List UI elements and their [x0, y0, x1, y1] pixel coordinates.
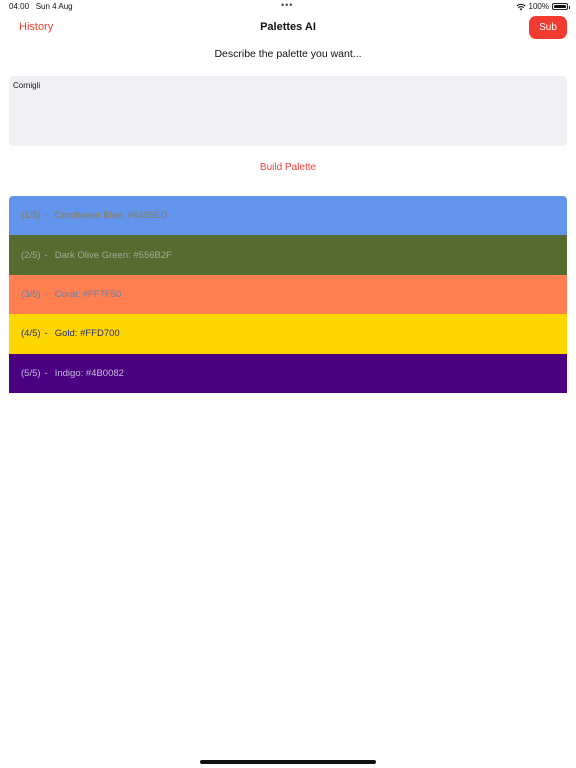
battery-icon: [552, 3, 570, 10]
swatch-label: Coral: #FF7F50: [54, 288, 122, 300]
nav-bar: History Palettes AI Sub: [0, 14, 576, 42]
swatch-separator: -: [44, 210, 48, 222]
swatch-label: Indigo: #4B0082: [54, 367, 124, 379]
battery-percent: 100%: [528, 2, 549, 11]
swatch-label: Gold: #FFD700: [54, 328, 120, 340]
home-indicator[interactable]: [200, 760, 376, 764]
swatch-label: Cornflower Blue: #6495ED: [54, 210, 168, 222]
multitasking-dots[interactable]: •••: [281, 0, 293, 10]
build-palette-button[interactable]: Build Palette: [0, 162, 576, 173]
palette-swatch[interactable]: (3/5) - Coral: #FF7F50: [9, 274, 567, 315]
swatch-separator: -: [44, 288, 48, 300]
swatch-index: (3/5): [21, 288, 41, 300]
palette-description-input[interactable]: Cornigli: [9, 76, 567, 146]
swatch-index: (1/5): [21, 210, 41, 222]
swatch-index: (4/5): [21, 328, 41, 340]
prompt-label: Describe the palette you want...: [214, 48, 362, 60]
sub-button[interactable]: Sub: [529, 16, 567, 39]
swatch-separator: -: [44, 367, 48, 379]
palette-swatch[interactable]: (5/5) - Indigo: #4B0082: [9, 353, 567, 393]
status-bar: 04:00 Sun 4 Aug ••• 100%: [0, 0, 576, 14]
status-time: 04:00 Sun 4 Aug: [9, 2, 73, 11]
palette-list: (1/5) - Cornflower Blue: #6495ED (2/5) - Dark…: [9, 196, 567, 393]
page-title: Palettes AI: [260, 21, 316, 33]
swatch-index: (2/5): [21, 249, 41, 261]
swatch-separator: -: [44, 249, 48, 261]
swatch-separator: -: [44, 328, 48, 340]
status-time-text: 04:00: [9, 2, 30, 11]
palette-swatch[interactable]: (1/5) - Cornflower Blue: #6495ED: [9, 196, 567, 236]
status-right-group: 100%: [515, 2, 570, 11]
status-date-text: Sun 4 Aug: [35, 2, 73, 11]
swatch-label: Dark Olive Green: #556B2F: [54, 249, 172, 261]
palette-swatch[interactable]: (2/5) - Dark Olive Green: #556B2F: [9, 235, 567, 275]
palette-swatch[interactable]: (4/5) - Gold: #FFD700: [9, 314, 567, 354]
wifi-icon: [515, 3, 526, 10]
swatch-index: (5/5): [21, 367, 41, 379]
